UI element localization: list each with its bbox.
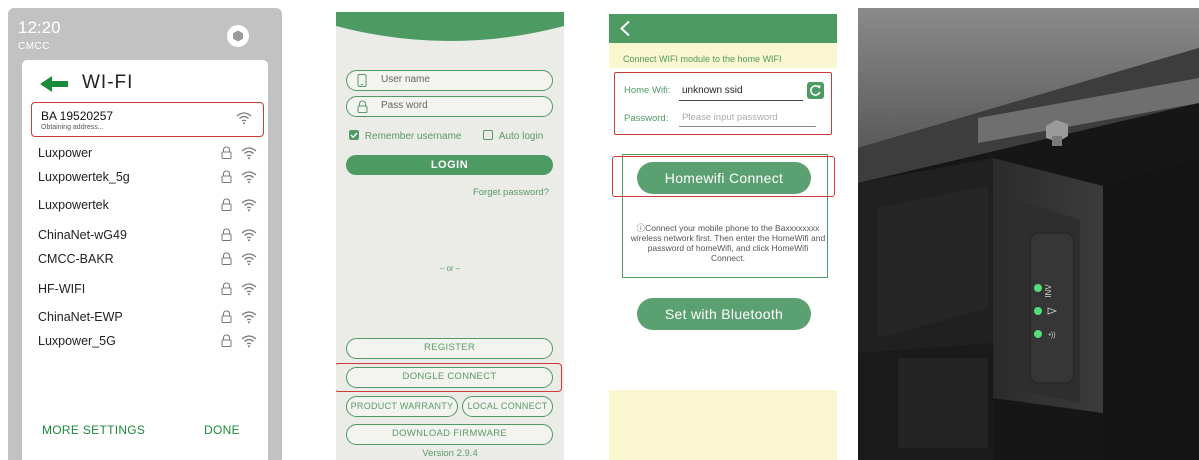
network-row[interactable]: Luxpowertek	[38, 196, 258, 216]
home-button[interactable]	[227, 25, 249, 47]
network-name: Luxpower_5G	[38, 334, 116, 348]
input-underline	[679, 126, 816, 127]
forget-password-link[interactable]: Forget password?	[456, 187, 549, 198]
connected-network-status: Obtaining address...	[41, 124, 104, 131]
lock-icon	[221, 198, 232, 211]
refresh-button[interactable]	[807, 82, 824, 99]
checkbox-icon	[349, 130, 359, 140]
network-row[interactable]: HF-WIFI	[38, 280, 258, 300]
network-row[interactable]: Luxpower	[38, 144, 258, 164]
network-name: HF-WIFI	[38, 282, 86, 296]
inverter-dongle-image: INV •))	[858, 8, 1199, 460]
download-firmware-button[interactable]: DOWNLOAD FIRMWARE	[346, 424, 553, 445]
lock-icon	[221, 170, 232, 183]
password-input[interactable]: Please input password	[682, 112, 778, 123]
network-row[interactable]: Luxpowertek_5g	[38, 168, 258, 188]
chevron-left-icon[interactable]	[619, 20, 631, 37]
lock-outline-icon	[357, 100, 368, 113]
banner-text: Connect WIFI module to the home WIFI	[623, 54, 782, 64]
password-placeholder: Pass word	[381, 100, 428, 111]
username-placeholder: User name	[381, 74, 430, 85]
set-bluetooth-button[interactable]: Set with Bluetooth	[637, 298, 811, 330]
home-wifi-label: Home Wifi:	[624, 85, 671, 96]
phone-icon	[357, 74, 367, 87]
info-message: Connect your mobile phone to the Baxxxxx…	[630, 223, 826, 263]
lock-icon	[221, 146, 232, 159]
input-underline	[679, 100, 803, 101]
network-name: CMCC-BAKR	[38, 252, 114, 266]
wifi-icon	[241, 283, 257, 296]
header-bar	[609, 14, 837, 43]
network-name: Luxpower	[38, 146, 93, 160]
hexagon-icon	[233, 30, 243, 42]
register-button[interactable]: REGISTER	[346, 338, 553, 359]
wifi-icon	[241, 253, 257, 266]
wifi-icon	[241, 229, 257, 242]
wifi-icon	[236, 112, 252, 125]
network-name: ChinaNet-EWP	[38, 310, 123, 324]
status-time: 12:20	[18, 18, 61, 37]
product-warranty-button[interactable]: PRODUCT WARRANTY	[346, 396, 458, 417]
lock-icon	[221, 252, 232, 265]
connected-network-name: BA 19520257	[41, 109, 114, 123]
refresh-icon	[810, 85, 821, 96]
svg-text:•)): •))	[1048, 332, 1055, 339]
login-button[interactable]: LOGIN	[346, 155, 553, 175]
lock-icon	[221, 310, 232, 323]
led-label-inv: INV	[1044, 284, 1053, 298]
instruction-banner: Connect WIFI module to the home WIFI	[609, 43, 837, 68]
status-carrier: CMCC	[18, 41, 50, 52]
wifi-settings-screen: 12:20 CMCC WI-FI BA 19520257 Obtaining a…	[8, 8, 282, 460]
connected-network[interactable]: BA 19520257 Obtaining address...	[31, 102, 264, 137]
lock-icon	[221, 334, 232, 347]
remember-username-label: Remember username	[364, 131, 462, 142]
username-input[interactable]: User name	[346, 70, 553, 91]
header-wave	[336, 12, 564, 41]
homewifi-connect-button[interactable]: Homewifi Connect	[637, 162, 811, 194]
password-input[interactable]: Pass word	[346, 96, 553, 117]
local-connect-button[interactable]: LOCAL CONNECT	[462, 396, 553, 417]
device-photo: INV •))	[858, 8, 1199, 460]
wifi-card: WI-FI BA 19520257 Obtaining address... L…	[22, 60, 268, 460]
dongle-connect-button[interactable]: DONGLE CONNECT	[346, 367, 553, 388]
network-row[interactable]: ChinaNet-wG49	[38, 226, 258, 246]
wifi-icon	[241, 199, 257, 212]
version-label: Version 2.9.4	[422, 448, 478, 459]
home-wifi-form: Home Wifi: unknown ssid Password: Please…	[614, 72, 832, 135]
or-divider: – or –	[439, 264, 461, 273]
network-name: Luxpowertek	[38, 198, 109, 212]
wifi-icon	[241, 311, 257, 324]
network-row[interactable]: CMCC-BAKR	[38, 250, 258, 270]
auto-login-label: Auto login	[498, 131, 544, 142]
wifi-icon	[241, 147, 257, 160]
login-screen: User name Pass word Remember username Au…	[336, 12, 564, 460]
checkbox-icon	[483, 130, 493, 140]
network-row[interactable]: ChinaNet-EWP	[38, 308, 258, 328]
more-settings-button[interactable]: MORE SETTINGS	[42, 423, 145, 437]
auto-login-checkbox[interactable]: Auto login	[483, 129, 543, 142]
network-name: Luxpowertek_5g	[38, 170, 130, 184]
network-row[interactable]: Luxpower_5G	[38, 332, 258, 352]
bottom-panel	[609, 390, 837, 460]
password-label: Password:	[624, 113, 669, 124]
lock-icon	[221, 282, 232, 295]
wifi-icon	[241, 171, 257, 184]
network-name: ChinaNet-wG49	[38, 228, 127, 242]
info-text: ⓘConnect your mobile phone to the Baxxxx…	[630, 223, 826, 263]
done-button[interactable]: DONE	[204, 423, 240, 437]
info-icon: ⓘ	[636, 223, 646, 233]
back-arrow-icon[interactable]	[40, 76, 70, 92]
lock-icon	[221, 228, 232, 241]
home-wifi-input[interactable]: unknown ssid	[682, 85, 743, 96]
page-title: WI-FI	[82, 72, 134, 93]
wifi-icon	[241, 335, 257, 348]
remember-username-checkbox[interactable]: Remember username	[349, 129, 462, 142]
connect-wifi-screen: Connect WIFI module to the home WIFI Hom…	[609, 14, 837, 460]
